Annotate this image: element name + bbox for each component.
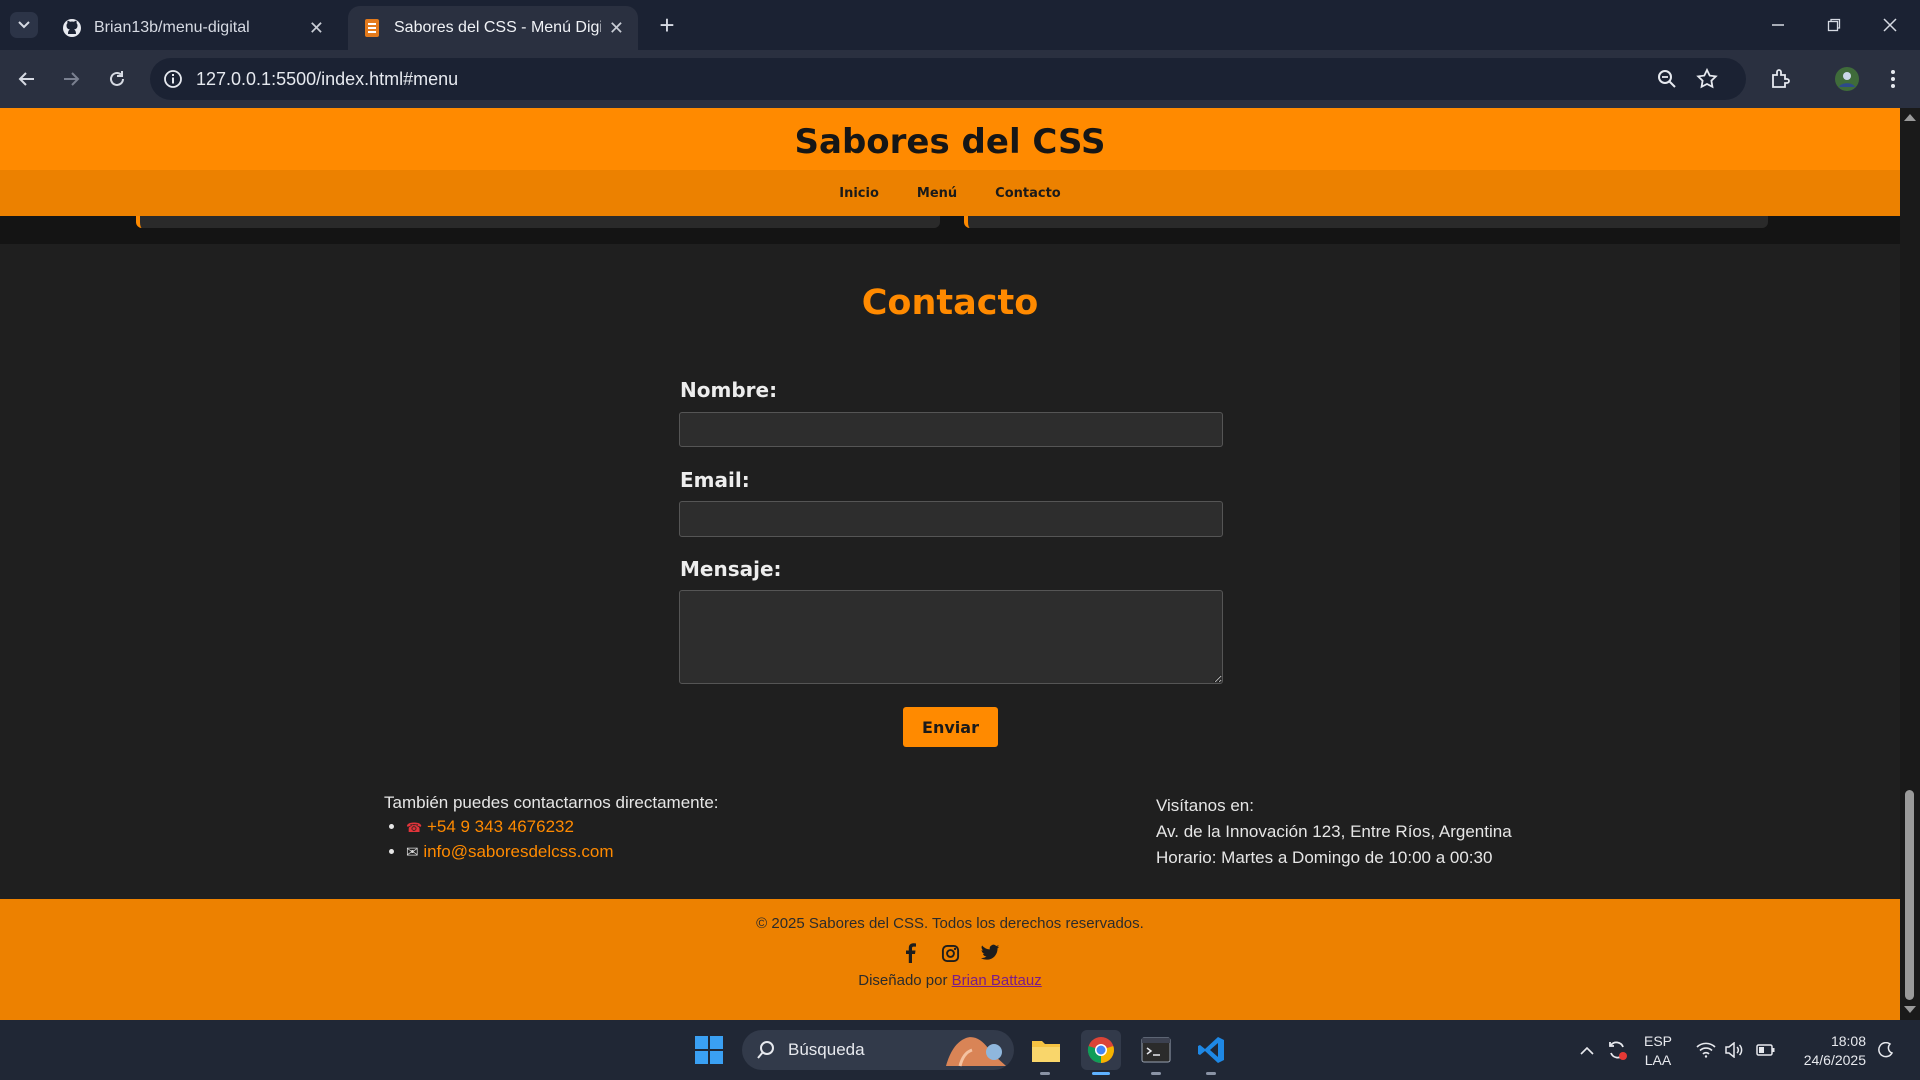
tab-title: Brian13b/menu-digital — [94, 19, 250, 36]
menu-section-bottom — [0, 216, 1900, 244]
tab-search-button[interactable] — [10, 12, 38, 38]
profile-avatar[interactable] — [1832, 64, 1862, 94]
facebook-icon[interactable] — [900, 943, 920, 963]
page-viewport: Sabores del CSS Inicio Menú Contacto Con… — [0, 108, 1900, 1020]
copyright-text: © 2025 Sabores del CSS. Todos los derech… — [756, 915, 1144, 932]
terminal-icon[interactable] — [1136, 1030, 1176, 1070]
bookmark-star-icon[interactable] — [1696, 68, 1718, 90]
social-links — [0, 943, 1900, 963]
name-label: Nombre: — [680, 378, 778, 402]
close-window-icon[interactable] — [1862, 0, 1918, 50]
site-title: Sabores del CSS — [794, 122, 1106, 162]
input-language[interactable]: ESP LAA — [1644, 1032, 1672, 1070]
clock-date: 24/6/2025 — [1803, 1052, 1866, 1068]
menu-favicon-icon — [362, 18, 382, 38]
reload-icon[interactable] — [102, 64, 132, 94]
extensions-icon[interactable] — [1766, 64, 1796, 94]
restore-icon[interactable] — [1806, 0, 1862, 50]
wifi-icon[interactable] — [1694, 1020, 1718, 1080]
envelope-icon: ✉ — [406, 844, 419, 861]
running-indicator — [1151, 1072, 1161, 1075]
site-footer: © 2025 Sabores del CSS. Todos los derech… — [0, 899, 1900, 1020]
send-button[interactable]: Enviar — [903, 707, 998, 747]
designed-by: Diseñado por Brian Battauz — [0, 972, 1900, 989]
scrollbar-thumb[interactable] — [1905, 790, 1914, 1000]
new-tab-button[interactable]: + — [652, 10, 682, 40]
site-nav: Inicio Menú Contacto — [0, 170, 1900, 216]
show-hidden-icons-icon[interactable] — [1576, 1020, 1598, 1080]
list-item: ✉ info@saboresdelcss.com — [406, 842, 719, 862]
designed-by-label: Diseñado por — [858, 972, 948, 989]
url-text: 127.0.0.1:5500/index.html#menu — [196, 69, 459, 89]
close-tab-icon[interactable]: ✕ — [309, 18, 324, 39]
chevron-down-icon — [18, 21, 30, 29]
zoom-icon[interactable] — [1656, 68, 1678, 90]
taskbar-search-label: Búsqueda — [788, 1040, 865, 1059]
phone-link[interactable]: +54 9 343 4676232 — [427, 817, 574, 836]
taskbar-search[interactable]: Búsqueda — [742, 1030, 1014, 1070]
search-icon — [757, 1041, 774, 1059]
language-code: ESP — [1644, 1033, 1673, 1049]
visit-title: Visítanos en: — [1156, 796, 1254, 815]
author-link[interactable]: Brian Battauz — [952, 972, 1042, 989]
browser-tab-bar: Brian13b/menu-digital ✕ Sabores del CSS … — [0, 0, 1920, 50]
contact-title: Contacto — [861, 283, 1039, 323]
github-icon — [62, 18, 82, 38]
twitter-icon[interactable] — [980, 943, 1000, 963]
message-label: Mensaje: — [680, 557, 782, 581]
message-field[interactable] — [679, 590, 1223, 684]
direct-contact-intro: También puedes contactarnos directamente… — [384, 793, 719, 812]
direct-contact: También puedes contactarnos directamente… — [384, 793, 719, 867]
back-icon[interactable] — [12, 64, 42, 94]
forward-icon[interactable] — [56, 64, 86, 94]
site-info-icon[interactable] — [162, 68, 184, 90]
running-indicator — [1040, 1072, 1050, 1075]
name-field[interactable] — [679, 412, 1223, 447]
sync-icon[interactable] — [1604, 1020, 1630, 1080]
system-clock[interactable]: 18:08 24/6/2025 — [1790, 1032, 1866, 1070]
direct-contact-list: ☎ +54 9 343 4676232 ✉ info@saboresdelcss… — [384, 817, 719, 862]
list-item: ☎ +54 9 343 4676232 — [406, 817, 719, 837]
chrome-icon[interactable] — [1081, 1030, 1121, 1070]
keyboard-layout: LAA — [1644, 1052, 1672, 1068]
address-bar[interactable]: 127.0.0.1:5500/index.html#menu — [150, 58, 1746, 100]
clock-time: 18:08 — [1830, 1033, 1866, 1049]
visit-us: Visítanos en: Av. de la Innovación 123, … — [1156, 793, 1512, 871]
nav-link-inicio[interactable]: Inicio — [839, 186, 879, 201]
page-scrollbar[interactable] — [1900, 108, 1920, 1020]
tab-title: Sabores del CSS - Menú Digital — [394, 19, 601, 36]
tab-github[interactable]: Brian13b/menu-digital ✕ — [48, 6, 338, 50]
telephone-icon: ☎ — [406, 820, 423, 835]
email-link[interactable]: info@saboresdelcss.com — [423, 842, 613, 861]
site-header: Sabores del CSS — [0, 108, 1900, 170]
scroll-down-icon[interactable] — [1904, 1006, 1916, 1013]
running-indicator — [1206, 1072, 1216, 1075]
browser-toolbar: 127.0.0.1:5500/index.html#menu — [0, 50, 1920, 108]
vscode-icon[interactable] — [1191, 1030, 1231, 1070]
taskbar: Búsqueda ESP LAA 18:08 24/6/2025 — [0, 1020, 1920, 1080]
windows-start-icon[interactable] — [689, 1030, 729, 1070]
menu-card — [964, 216, 1768, 228]
address-text: Av. de la Innovación 123, Entre Ríos, Ar… — [1156, 822, 1512, 841]
close-tab-icon[interactable]: ✕ — [609, 18, 624, 39]
email-field[interactable] — [679, 501, 1223, 537]
active-indicator — [1092, 1072, 1110, 1075]
email-label: Email: — [680, 468, 750, 492]
tab-sabores[interactable]: Sabores del CSS - Menú Digital ✕ — [348, 6, 638, 50]
instagram-icon[interactable] — [940, 943, 960, 963]
notifications-icon[interactable] — [1874, 1020, 1898, 1080]
browser-menu-icon[interactable] — [1878, 64, 1908, 94]
volume-icon[interactable] — [1722, 1020, 1746, 1080]
menu-card — [136, 216, 940, 228]
nav-link-menu[interactable]: Menú — [917, 186, 957, 201]
search-highlight-icon — [946, 1037, 1006, 1067]
scroll-up-icon[interactable] — [1904, 114, 1916, 121]
file-explorer-icon[interactable] — [1026, 1030, 1066, 1070]
minimize-icon[interactable] — [1750, 0, 1806, 50]
battery-icon[interactable] — [1754, 1020, 1778, 1080]
hours-text: Horario: Martes a Domingo de 10:00 a 00:… — [1156, 848, 1493, 867]
nav-link-contacto[interactable]: Contacto — [995, 186, 1061, 201]
